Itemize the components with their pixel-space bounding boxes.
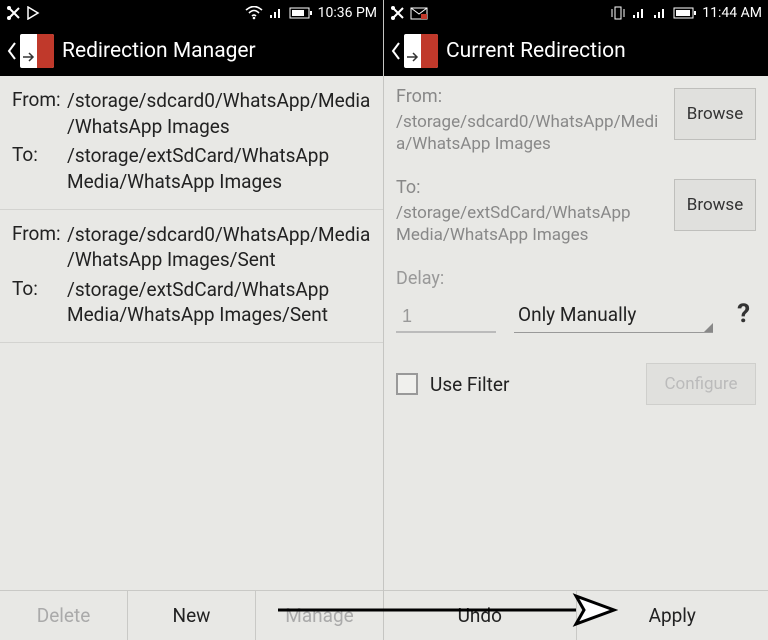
wifi-icon <box>245 6 263 20</box>
list-item[interactable]: From: /storage/sdcard0/WhatsApp/Media/Wh… <box>0 76 383 210</box>
configure-button[interactable]: Configure <box>646 363 756 405</box>
app-icon <box>20 34 54 68</box>
help-icon[interactable]: ? <box>731 299 756 333</box>
battery-icon <box>673 7 697 19</box>
page-title: Current Redirection <box>446 39 626 63</box>
to-label: To: <box>12 277 67 328</box>
browse-from-button[interactable]: Browse <box>674 88 756 140</box>
back-icon[interactable] <box>390 26 402 76</box>
delete-button[interactable]: Delete <box>0 591 128 640</box>
new-button[interactable]: New <box>128 591 256 640</box>
signal-icon <box>631 6 647 20</box>
battery-icon <box>289 7 313 19</box>
status-bar: 11:44 AM <box>384 0 768 26</box>
redirection-list: From: /storage/sdcard0/WhatsApp/Media/Wh… <box>0 76 383 590</box>
undo-button[interactable]: Undo <box>384 591 577 640</box>
delay-mode-spinner[interactable]: Only Manually <box>514 297 713 333</box>
to-path: /storage/extSdCard/WhatsApp Media/WhatsA… <box>67 277 371 328</box>
browse-to-button[interactable]: Browse <box>674 179 756 231</box>
status-bar: 10:36 PM <box>0 0 383 26</box>
from-label: From: <box>12 88 67 139</box>
to-path: /storage/extSdCard/WhatsApp Media/WhatsA… <box>67 143 371 194</box>
from-label: From: <box>12 222 67 273</box>
vibrate-icon <box>610 6 626 20</box>
to-path: /storage/extSdCard/WhatsApp Media/WhatsA… <box>396 202 666 246</box>
play-icon <box>26 6 40 20</box>
use-filter-label: Use Filter <box>430 373 634 396</box>
screen-current-redirection: 11:44 AM Current Redirection From: /stor… <box>384 0 768 640</box>
delay-input[interactable] <box>396 302 496 333</box>
bottom-bar: Delete New Manage <box>0 590 383 640</box>
from-label: From: <box>396 86 666 107</box>
signal-icon <box>652 6 668 20</box>
use-filter-checkbox[interactable] <box>396 373 418 395</box>
bottom-bar: Undo Apply <box>384 590 768 640</box>
redirection-form: From: /storage/sdcard0/WhatsApp/Media/Wh… <box>384 76 768 590</box>
from-path: /storage/sdcard0/WhatsApp/Media/WhatsApp… <box>67 222 371 273</box>
apply-button[interactable]: Apply <box>577 591 768 640</box>
manage-button[interactable]: Manage <box>256 591 383 640</box>
from-path: /storage/sdcard0/WhatsApp/Media/WhatsApp… <box>396 111 666 155</box>
title-bar: Redirection Manager <box>0 26 383 76</box>
signal-icon <box>268 6 284 20</box>
title-bar: Current Redirection <box>384 26 768 76</box>
screen-redirection-manager: 10:36 PM Redirection Manager From: /stor… <box>0 0 384 640</box>
from-path: /storage/sdcard0/WhatsApp/Media/WhatsApp… <box>67 88 371 139</box>
to-label: To: <box>12 143 67 194</box>
app-icon <box>404 34 438 68</box>
mail-icon <box>410 6 428 20</box>
scissors-icon <box>6 5 22 21</box>
back-icon[interactable] <box>6 26 18 76</box>
delay-label: Delay: <box>396 268 756 289</box>
clock-text: 10:36 PM <box>318 5 377 21</box>
list-item[interactable]: From: /storage/sdcard0/WhatsApp/Media/Wh… <box>0 210 383 344</box>
clock-text: 11:44 AM <box>702 5 762 21</box>
to-label: To: <box>396 177 666 198</box>
page-title: Redirection Manager <box>62 39 256 63</box>
scissors-icon <box>390 5 406 21</box>
